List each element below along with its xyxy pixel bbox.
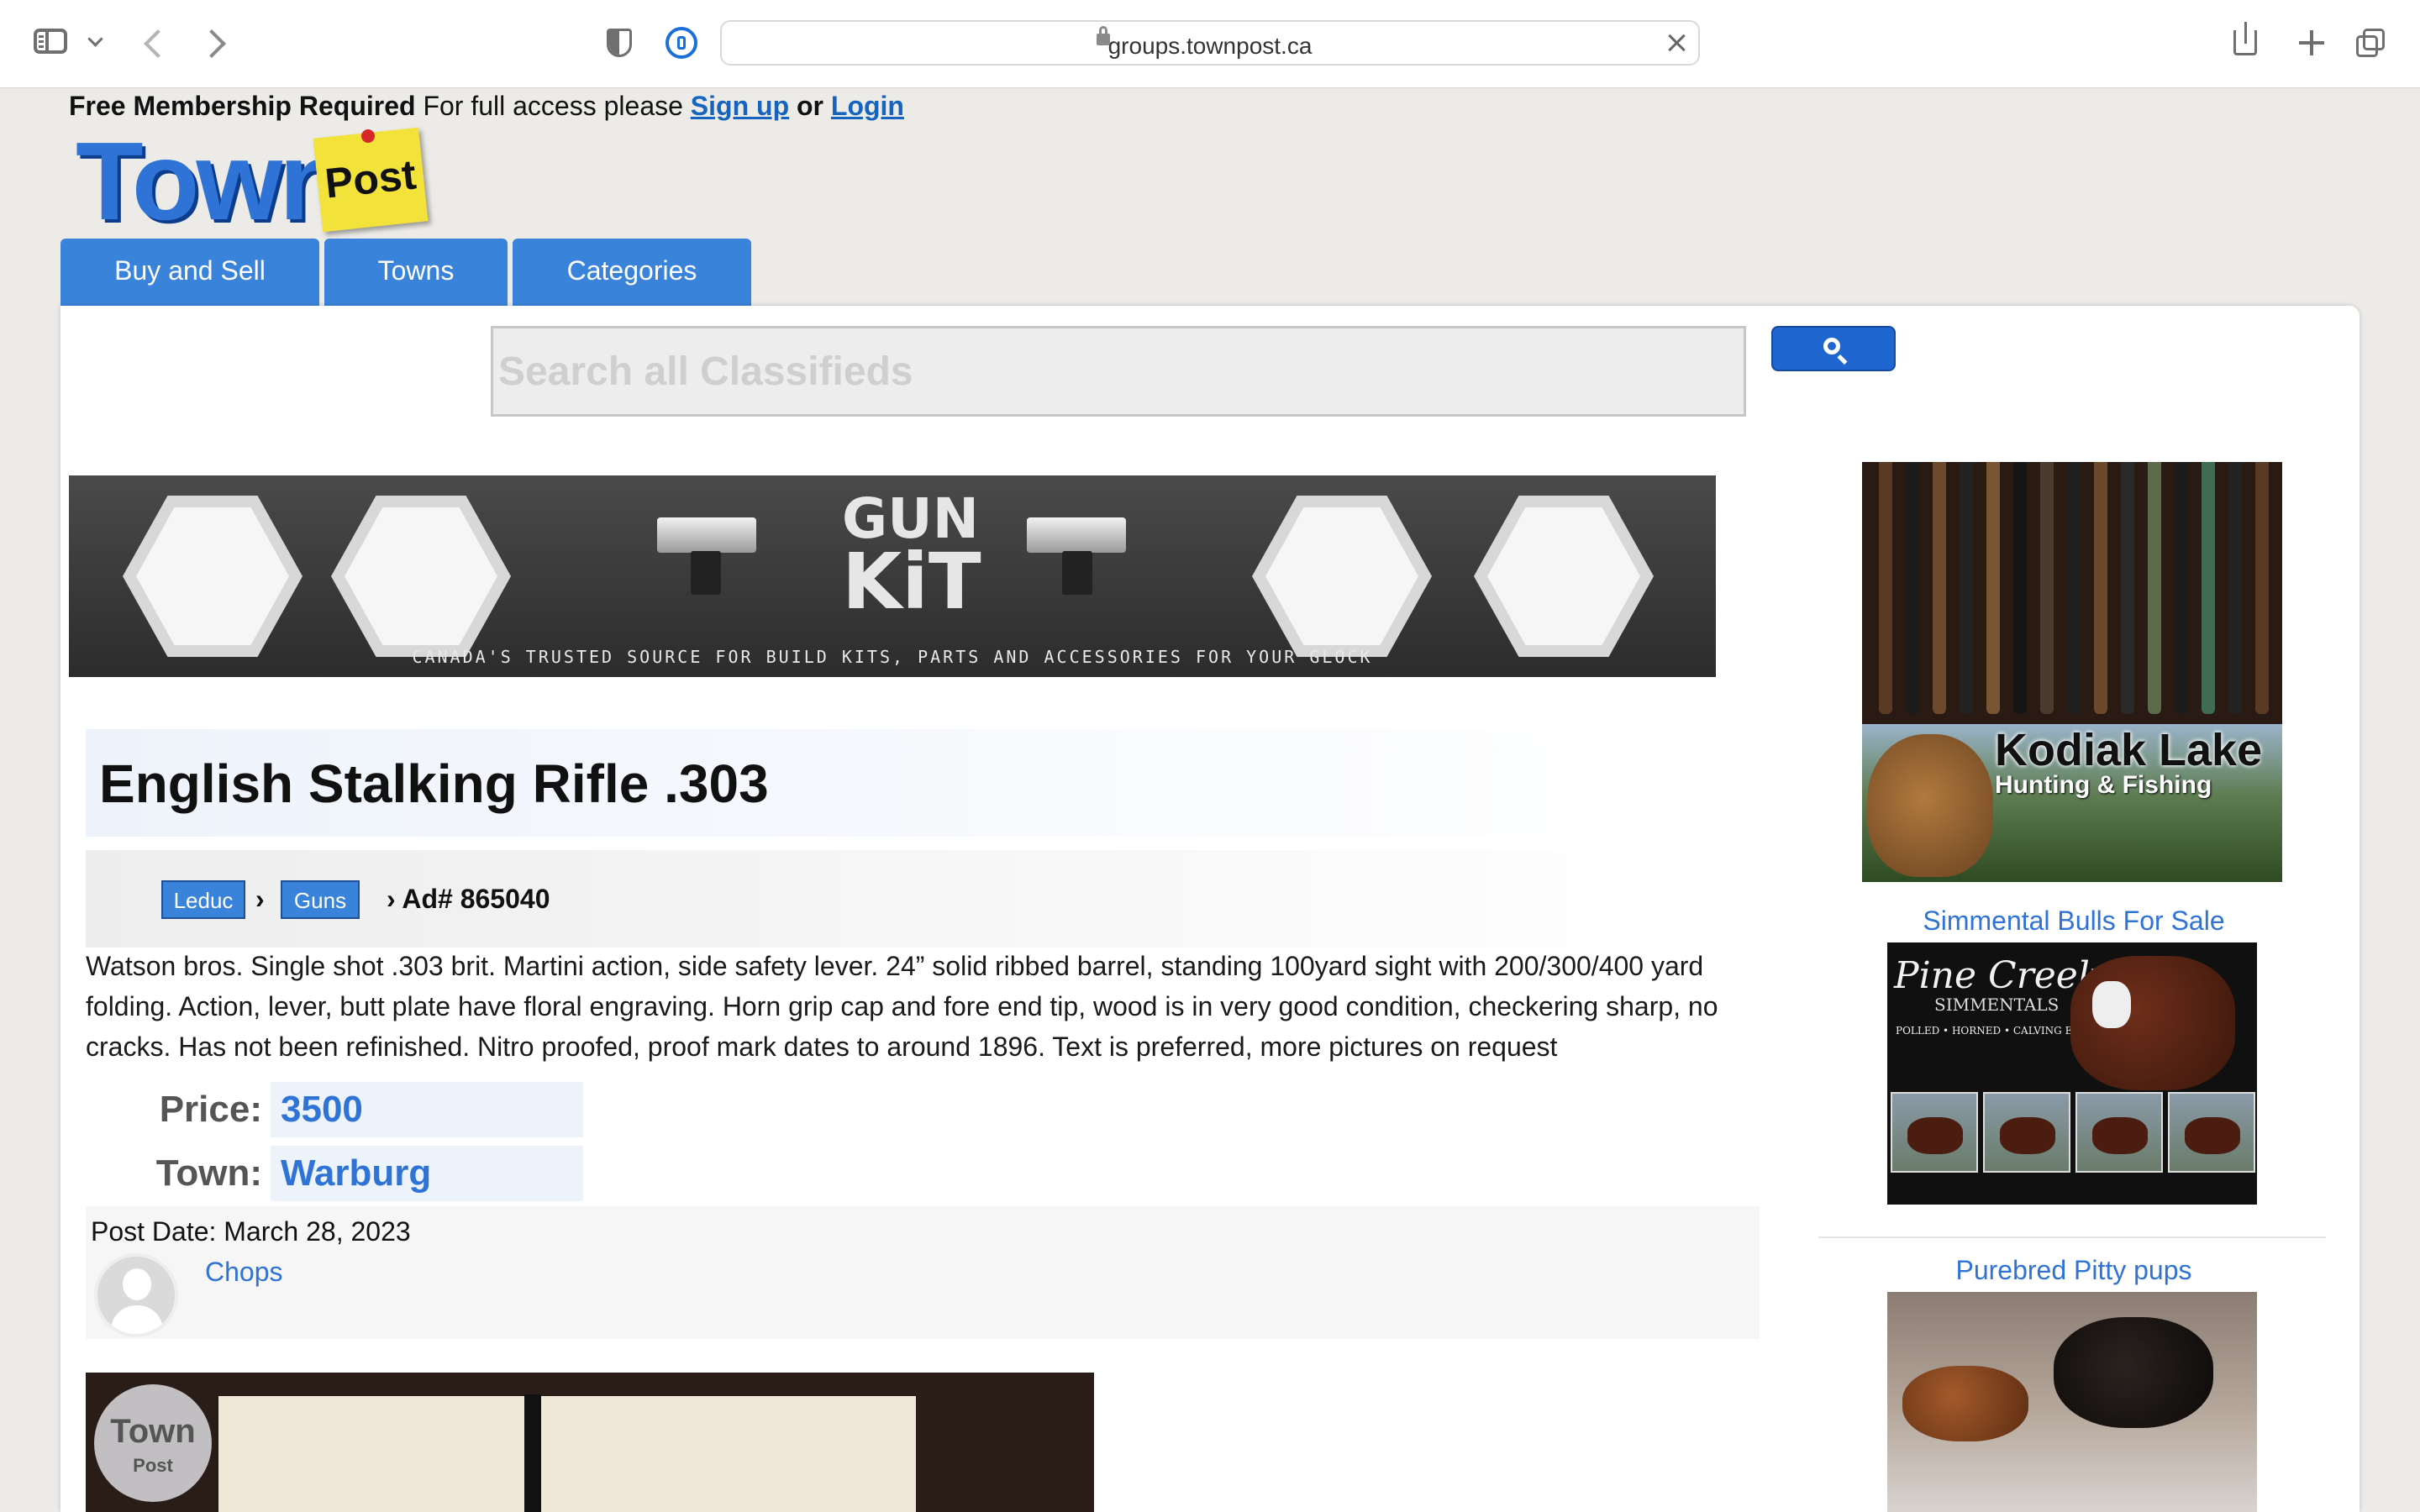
banner-tagline: CANADA'S TRUSTED SOURCE FOR BUILD KITS, …	[412, 647, 1373, 667]
membership-lead: Free Membership Required	[69, 91, 416, 121]
pin-icon	[361, 129, 375, 143]
kodiak-lake-ad[interactable]: Kodiak Lake Hunting & Fishing	[1862, 462, 2282, 882]
browser-toolbar: groups.townpost.ca	[0, 0, 2420, 88]
breadcrumb-separator: ›	[255, 884, 265, 914]
forward-icon[interactable]	[197, 29, 226, 58]
breadcrumb-category-link[interactable]: Guns	[281, 880, 360, 919]
tabs-overview-icon[interactable]	[2356, 29, 2386, 59]
simmental-ad-image[interactable]: Pine Creek SIMMENTALS POLLED • HORNED • …	[1887, 942, 2257, 1205]
brown-pup-image	[1902, 1366, 2028, 1441]
breadcrumb-town-link[interactable]: Leduc	[161, 880, 245, 919]
simmental-ad-title[interactable]: Simmental Bulls For Sale	[1822, 906, 2326, 937]
or-text: or	[789, 91, 831, 121]
town-value[interactable]: Warburg	[271, 1146, 583, 1201]
chevron-down-icon[interactable]	[87, 31, 103, 47]
tab-buy-and-sell[interactable]: Buy and Sell	[60, 239, 319, 306]
logo-town-text: Town	[76, 119, 347, 243]
build-kit-hex-image	[123, 496, 302, 657]
url-text[interactable]: groups.townpost.ca	[722, 33, 1698, 60]
ad-number: › Ad# 865040	[387, 884, 550, 914]
tab-towns[interactable]: Towns	[324, 239, 508, 306]
parts-hex-image	[331, 496, 511, 657]
back-icon[interactable]	[144, 29, 172, 58]
privacy-shield-icon[interactable]	[607, 29, 632, 57]
address-bar[interactable]: groups.townpost.ca	[720, 20, 1700, 66]
post-date: Post Date: March 28, 2023	[91, 1216, 411, 1247]
slide-hex-image	[1474, 496, 1654, 657]
townpost-logo[interactable]: Town Post	[71, 124, 432, 239]
gun-kit-logo: GUN KiT	[842, 491, 981, 627]
bull-thumbnail	[1983, 1092, 2070, 1173]
share-icon[interactable]	[2233, 22, 2257, 55]
breadcrumb: Leduc › Guns › Ad# 865040	[86, 850, 1699, 948]
kodiak-landscape: Kodiak Lake Hunting & Fishing	[1862, 724, 2282, 882]
pistol-left-image	[657, 517, 756, 595]
pitty-pups-ad-image[interactable]	[1887, 1292, 2257, 1512]
bull-thumbnail	[1891, 1092, 1978, 1173]
ad-title-box: English Stalking Rifle .303	[86, 729, 1699, 837]
login-link[interactable]: Login	[831, 91, 904, 121]
lock-icon	[1097, 26, 1110, 45]
sidebar-toggle-icon[interactable]	[34, 29, 67, 54]
membership-notice: Free Membership Required For full access…	[69, 91, 904, 122]
bull-thumbnail	[2075, 1092, 2163, 1173]
bear-image	[1867, 734, 1993, 877]
ad-title: English Stalking Rifle .303	[99, 753, 769, 814]
pine-creek-brand: Pine Creek	[1894, 954, 2101, 997]
tab-categories[interactable]: Categories	[513, 239, 751, 306]
kodiak-title: Kodiak Lake	[1995, 725, 2263, 775]
poster-name-link[interactable]: Chops	[205, 1257, 283, 1288]
black-pup-image	[2054, 1317, 2213, 1428]
pitty-pups-ad-title[interactable]: Purebred Pitty pups	[1822, 1255, 2326, 1286]
search-input[interactable]	[491, 326, 1746, 417]
logo-post-note: Post	[313, 127, 429, 233]
watermark-post: Post	[133, 1455, 173, 1476]
ad-photo[interactable]: Town Post	[86, 1373, 1094, 1512]
kodiak-subtitle: Hunting & Fishing	[1995, 771, 2212, 799]
membership-text: For full access please	[415, 91, 691, 121]
bull-thumbnail	[2168, 1092, 2255, 1173]
pine-creek-subtitle: SIMMENTALS	[1934, 995, 2060, 1015]
photo-paper	[218, 1396, 916, 1512]
watermark-town: Town	[110, 1413, 196, 1450]
pistol-right-image	[1027, 517, 1126, 593]
avatar[interactable]	[94, 1253, 178, 1337]
search-icon	[1823, 338, 1840, 354]
schematic-hex-image	[1252, 496, 1432, 657]
password-manager-icon[interactable]	[666, 27, 697, 59]
sidebar-divider	[1818, 1236, 2326, 1238]
gun-kit-logo-line2: KiT	[842, 537, 981, 627]
new-tab-icon[interactable]	[2297, 29, 2326, 57]
bull-face	[2092, 981, 2131, 1028]
clear-url-icon[interactable]	[1666, 32, 1688, 54]
photo-rifle-barrel	[524, 1394, 541, 1512]
post-info: Post Date: March 28, 2023 Chops	[86, 1206, 1760, 1339]
ad-description: Watson bros. Single shot .303 brit. Mart…	[86, 951, 1718, 1062]
signup-link[interactable]: Sign up	[691, 91, 789, 121]
town-label: Town:	[155, 1152, 262, 1194]
search-button[interactable]	[1771, 326, 1896, 371]
gun-kit-banner-ad[interactable]: GUN KiT CANADA'S TRUSTED SOURCE FOR BUIL…	[69, 475, 1716, 677]
bull-image	[2070, 956, 2235, 1090]
price-label: Price:	[159, 1089, 262, 1130]
townpost-watermark: Town Post	[94, 1384, 212, 1502]
price-value: 3500	[271, 1082, 583, 1137]
